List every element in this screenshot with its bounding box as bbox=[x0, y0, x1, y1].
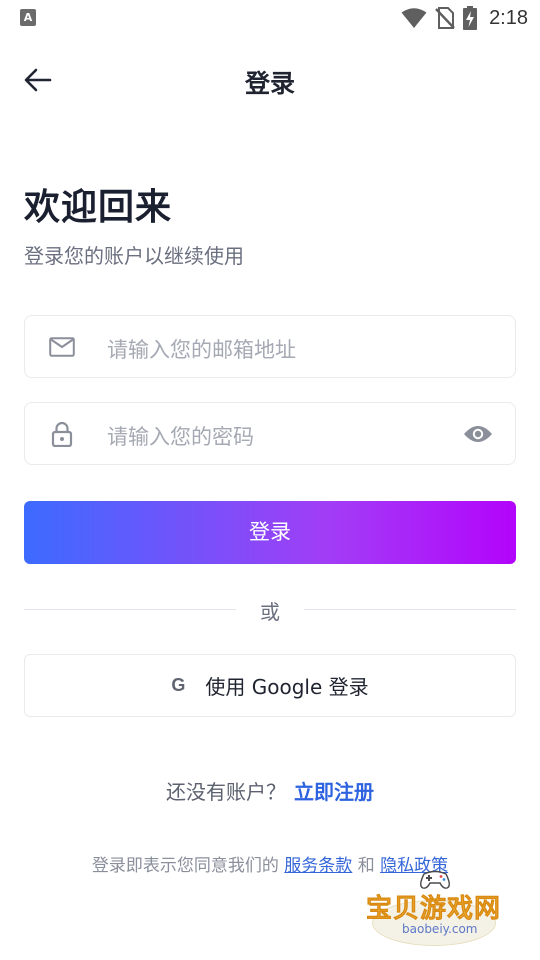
divider-right bbox=[304, 609, 516, 610]
page-title: 登录 bbox=[244, 69, 295, 98]
terms-of-service-link[interactable]: 服务条款 bbox=[284, 856, 352, 876]
email-placeholder: 请输入您的邮箱地址 bbox=[107, 338, 296, 362]
lock-icon bbox=[49, 421, 75, 447]
status-clock: 2:18 bbox=[489, 6, 528, 29]
google-login-label: 使用 Google 登录 bbox=[205, 675, 369, 699]
google-icon: G bbox=[171, 675, 186, 695]
notification-icon: A bbox=[20, 9, 36, 26]
divider-left bbox=[24, 609, 236, 610]
status-bar: A 2:18 bbox=[0, 0, 540, 36]
mail-icon bbox=[49, 335, 75, 359]
battery-charging-icon bbox=[463, 6, 478, 30]
watermark-text: 宝贝游戏网 bbox=[366, 894, 502, 925]
register-prompt: 还没有账户？ bbox=[166, 780, 286, 804]
eye-icon[interactable] bbox=[463, 422, 493, 446]
divider-or: 或 bbox=[260, 600, 280, 624]
watermark-url: baobeiy.com bbox=[402, 922, 478, 936]
no-sim-icon bbox=[435, 7, 455, 29]
register-row: 还没有账户？ 立即注册 bbox=[0, 776, 540, 805]
register-link[interactable]: 立即注册 bbox=[294, 780, 374, 804]
welcome-subtitle: 登录您的账户以继续使用 bbox=[24, 244, 244, 268]
password-placeholder: 请输入您的密码 bbox=[107, 425, 254, 449]
status-icons: 2:18 bbox=[393, 6, 528, 30]
login-screen: A 2:18 登录 欢迎回来 登录您的账户以继续使用 请输入您的邮箱地址 请输入… bbox=[0, 0, 540, 960]
wifi-icon bbox=[401, 7, 427, 29]
login-button[interactable]: 登录 bbox=[24, 501, 516, 564]
email-field[interactable]: 请输入您的邮箱地址 bbox=[24, 315, 516, 378]
google-login-button[interactable]: G 使用 Google 登录 bbox=[24, 654, 516, 717]
game-controller-icon bbox=[420, 870, 450, 889]
app-bar: 登录 bbox=[0, 54, 540, 106]
password-field[interactable]: 请输入您的密码 bbox=[24, 402, 516, 465]
watermark-logo: 宝贝游戏网 baobeiy.com bbox=[360, 866, 520, 956]
terms-prefix: 登录即表示您同意我们的 bbox=[91, 856, 279, 876]
welcome-title: 欢迎回来 bbox=[24, 187, 173, 228]
